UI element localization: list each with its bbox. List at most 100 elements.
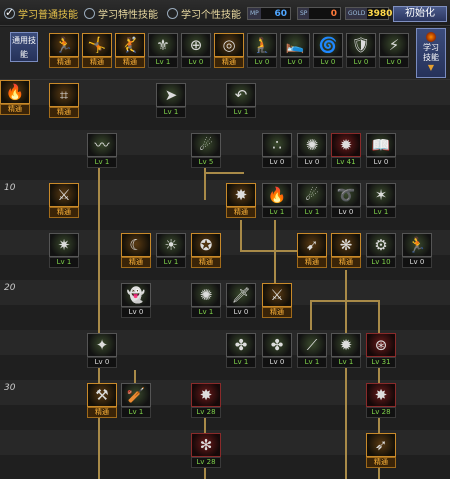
- skill-level: Lv 1: [156, 257, 186, 268]
- level-mark: 20: [4, 283, 16, 293]
- radio-learn-normal[interactable]: 学习普通技能: [4, 6, 78, 21]
- chaos2-skill[interactable]: ✸ Lv 28: [366, 383, 396, 419]
- common-skill-slot[interactable]: ⊕ Lv 0: [181, 33, 211, 69]
- blade-icon-glyph: 🗡: [231, 286, 251, 304]
- burst-skill[interactable]: ✺ Lv 0: [297, 133, 327, 169]
- skill-level: Lv 1: [87, 157, 117, 168]
- explosion-icon: ✸: [226, 183, 256, 207]
- common-skill-slot[interactable]: ⚜ Lv 1: [148, 33, 178, 69]
- swirl-icon-glyph: ✪: [199, 236, 213, 254]
- crosshair-icon-glyph: ⊕: [189, 36, 203, 54]
- skill-level: Lv 0: [379, 57, 409, 68]
- orbs-skill[interactable]: ∴ Lv 0: [262, 133, 292, 169]
- skill-level: Lv 0: [331, 207, 361, 218]
- rage-skill[interactable]: ✹ Lv 41: [331, 133, 361, 169]
- stars-skill[interactable]: ✦ Lv 0: [87, 333, 117, 369]
- clover-skill[interactable]: ✤ Lv 1: [226, 333, 256, 369]
- fan2-skill[interactable]: ✺ Lv 1: [191, 283, 221, 319]
- radio-learn-trait[interactable]: 学习特性技能: [84, 6, 158, 21]
- ring-skill[interactable]: ⊛ Lv 31: [366, 333, 396, 369]
- whirl-figure-icon: ⚡: [379, 33, 409, 57]
- bomb-skill[interactable]: ✹ Lv 1: [331, 333, 361, 369]
- ghost-skill[interactable]: 👻 Lv 0: [121, 283, 151, 319]
- rolling-figure-icon-glyph: 🤾: [120, 36, 140, 54]
- cross-skill[interactable]: ⚔ 精通: [49, 183, 79, 219]
- drill-skill[interactable]: ⚒ 精通: [87, 383, 117, 419]
- spark-skill[interactable]: ✷ Lv 1: [49, 233, 79, 269]
- scorpion-skill[interactable]: ✻ Lv 28: [191, 433, 221, 469]
- whip-skill[interactable]: 〰 Lv 1: [87, 133, 117, 169]
- fireball-skill[interactable]: ☄ Lv 5: [191, 133, 221, 169]
- common-skill-slot[interactable]: 🧎 Lv 0: [247, 33, 277, 69]
- dash-skill[interactable]: ➤ Lv 1: [156, 83, 186, 119]
- spear-skill[interactable]: ➶ 精通: [366, 433, 396, 469]
- bomb-icon: ✹: [331, 333, 361, 357]
- crosshair-icon: ⊕: [181, 33, 211, 57]
- slash-icon: ⟋: [297, 333, 327, 357]
- gear-skill[interactable]: ⚙ Lv 10: [366, 233, 396, 269]
- running-figure-icon: 🏃: [49, 33, 79, 57]
- tree-connector: [310, 300, 312, 330]
- vortex-icon-glyph: 🌀: [318, 36, 338, 54]
- reset-button[interactable]: 初始化: [393, 6, 447, 22]
- radio-learn-personal[interactable]: 学习个性技能: [167, 6, 241, 21]
- comet-skill[interactable]: ☄ Lv 1: [297, 183, 327, 219]
- heal-skill[interactable]: ❋ 精通: [331, 233, 361, 269]
- fireball-icon: ☄: [191, 133, 221, 157]
- common-skill-slot[interactable]: ⚡ Lv 0: [379, 33, 409, 69]
- chevron-down-icon: ▼: [427, 63, 435, 72]
- comet-icon: ☄: [297, 183, 327, 207]
- drill-icon-glyph: ⚒: [95, 386, 109, 404]
- ghost-icon-glyph: 👻: [126, 286, 146, 304]
- fan-skill[interactable]: ✶ Lv 1: [366, 183, 396, 219]
- book-skill[interactable]: 📖 Lv 0: [366, 133, 396, 169]
- skill-level: Lv 0: [366, 157, 396, 168]
- runner-icon-glyph: 🏃: [407, 236, 427, 254]
- flame-skill[interactable]: 🔥 Lv 1: [262, 183, 292, 219]
- flame-orb-icon: [426, 32, 436, 42]
- chaos-skill[interactable]: ✸ Lv 28: [191, 383, 221, 419]
- burst-icon-glyph: ✺: [305, 136, 319, 154]
- blade-skill[interactable]: 🗡 Lv 0: [226, 283, 256, 319]
- skill-level: Lv 1: [297, 357, 327, 368]
- fan-blade-icon: ✺: [191, 283, 221, 307]
- net-skill[interactable]: ⌗ 精通: [49, 83, 79, 119]
- clover2-skill[interactable]: ✤ Lv 0: [262, 333, 292, 369]
- learn-skill-button[interactable]: 学习技能 ▼: [416, 28, 446, 78]
- dash-arrow-icon: ➤: [156, 83, 186, 107]
- level-mark: 10: [4, 183, 16, 193]
- radio-icon: [84, 7, 95, 19]
- common-skill-slot[interactable]: 🛌 Lv 0: [280, 33, 310, 69]
- swirl-skill[interactable]: ✪ 精通: [191, 233, 221, 269]
- orbs-icon-glyph: ∴: [272, 136, 282, 154]
- warrior-icon: 🛡: [346, 33, 376, 57]
- spark-icon-glyph: ✷: [57, 236, 71, 254]
- common-skill-slot[interactable]: 🌀 Lv 0: [313, 33, 343, 69]
- sword-skill[interactable]: ⚔ 精通: [262, 283, 292, 319]
- slash-skill[interactable]: ⟋ Lv 1: [297, 333, 327, 369]
- level-mark: 30: [4, 383, 16, 393]
- skill-level: Lv 10: [366, 257, 396, 268]
- crescent-skill[interactable]: ☾ 精通: [121, 233, 151, 269]
- common-skill-slot[interactable]: 🤸 精通: [82, 33, 112, 69]
- explosion-skill[interactable]: ✸ 精通: [226, 183, 256, 219]
- lasso-skill[interactable]: ➰ Lv 0: [331, 183, 361, 219]
- lying-figure-icon: 🛌: [280, 33, 310, 57]
- drill-icon: ⚒: [87, 383, 117, 407]
- skill-level: Lv 0: [181, 57, 211, 68]
- skill-level: Lv 5: [191, 157, 221, 168]
- runner-skill[interactable]: 🏃 Lv 0: [402, 233, 432, 269]
- inferno-skill[interactable]: 🔥 精通: [0, 80, 30, 116]
- common-skill-slot[interactable]: 🏃 精通: [49, 33, 79, 69]
- skill-level: Lv 1: [156, 107, 186, 118]
- whip-icon: 〰: [87, 133, 117, 157]
- common-skill-slot[interactable]: 🛡 Lv 0: [346, 33, 376, 69]
- sun-skill[interactable]: ☀ Lv 1: [156, 233, 186, 269]
- book-icon-glyph: 📖: [371, 136, 391, 154]
- shot-skill[interactable]: ➹ 精通: [297, 233, 327, 269]
- common-skill-slot[interactable]: 🤾 精通: [115, 33, 145, 69]
- bat-skill[interactable]: 🏏 Lv 1: [121, 383, 151, 419]
- blade-icon: 🗡: [226, 283, 256, 307]
- hook-skill[interactable]: ↶ Lv 1: [226, 83, 256, 119]
- common-skill-slot[interactable]: ◎ 精通: [214, 33, 244, 69]
